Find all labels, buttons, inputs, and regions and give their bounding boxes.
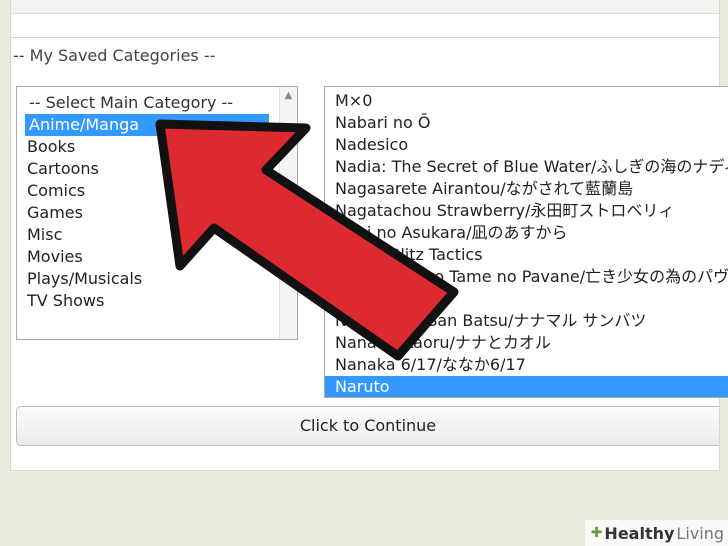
arrow-body (155, 119, 459, 361)
watermark-living: Living (676, 523, 724, 543)
healthy-living-watermark: ✚ Healthy Living (584, 520, 728, 546)
plus-leaf-icon: ✚ (590, 525, 603, 541)
red-arrow-annotation (155, 119, 459, 361)
watermark-healthy: Healthy (604, 523, 675, 543)
